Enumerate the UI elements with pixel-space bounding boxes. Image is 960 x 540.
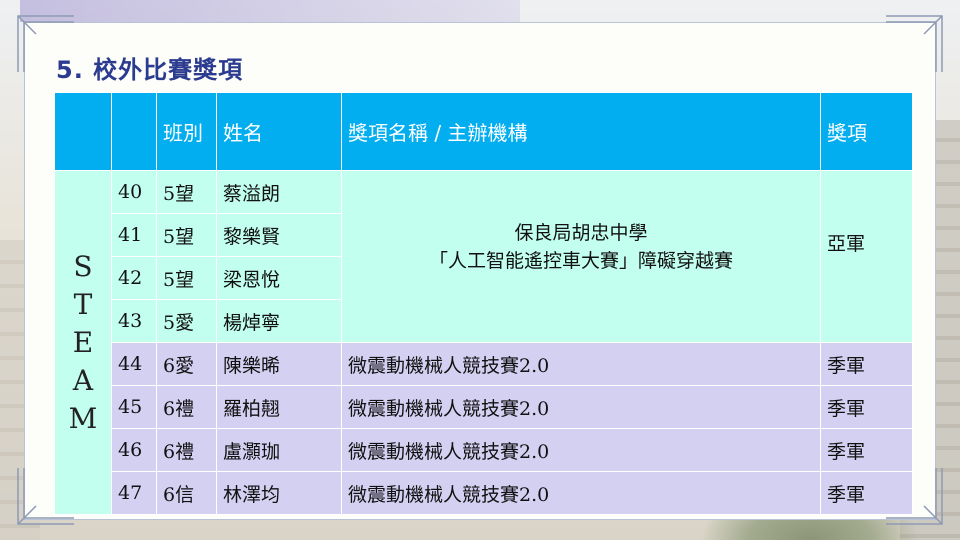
- header-prize: 獎項: [820, 92, 913, 171]
- category-letter: S: [73, 249, 93, 283]
- prize-cell-group1: 亞軍: [820, 170, 913, 343]
- row-class: 5愛: [156, 299, 217, 343]
- table-row: 45 6禮 羅柏翹 微震動機械人競技賽2.0 季軍: [55, 385, 913, 429]
- row-class: 6禮: [156, 428, 217, 472]
- category-letter: T: [73, 287, 93, 321]
- row-number: 44: [111, 342, 157, 386]
- row-number: 46: [111, 428, 157, 472]
- award-organizer: 保良局胡忠中學: [514, 221, 648, 244]
- category-letter: A: [72, 363, 94, 397]
- award-cell-group1: 保良局胡忠中學 「人工智能遙控車大賽」障礙穿越賽: [341, 170, 821, 343]
- awards-table: 班別 姓名 獎項名稱 / 主辦機構 獎項 S T E A M 40 5望 蔡溢朗…: [54, 92, 913, 515]
- category-letter: E: [72, 325, 94, 359]
- award-competition: 「人工智能遙控車大賽」障礙穿越賽: [428, 249, 733, 272]
- row-number: 45: [111, 385, 157, 429]
- row-number: 47: [111, 471, 157, 515]
- row-name: 楊焯寧: [216, 299, 342, 343]
- row-name: 黎樂賢: [216, 213, 342, 257]
- row-prize: 季軍: [820, 471, 913, 515]
- row-name: 羅柏翹: [216, 385, 342, 429]
- table-row: S T E A M 40 5望 蔡溢朗 保良局胡忠中學 「人工智能遙控車大賽」障…: [54, 170, 913, 515]
- row-name: 陳樂晞: [216, 342, 342, 386]
- header-category: [54, 92, 112, 171]
- table-row: 44 6愛 陳樂晞 微震動機械人競技賽2.0 季軍: [55, 342, 913, 386]
- page-title: 5. 校外比賽獎項: [56, 56, 244, 84]
- header-class: 班別: [156, 92, 217, 171]
- row-award: 微震動機械人競技賽2.0: [341, 342, 821, 386]
- table-row: 46 6禮 盧灝珈 微震動機械人競技賽2.0 季軍: [55, 428, 913, 472]
- table-header-row: 班別 姓名 獎項名稱 / 主辦機構 獎項: [54, 92, 913, 171]
- row-class: 6愛: [156, 342, 217, 386]
- category-cell-steam: S T E A M: [54, 170, 112, 515]
- header-award: 獎項名稱 / 主辦機構: [341, 92, 821, 171]
- row-name: 梁恩悅: [216, 256, 342, 300]
- row-prize: 季軍: [820, 385, 913, 429]
- row-award: 微震動機械人競技賽2.0: [341, 385, 821, 429]
- row-name: 蔡溢朗: [216, 170, 342, 214]
- row-award: 微震動機械人競技賽2.0: [341, 428, 821, 472]
- row-prize: 季軍: [820, 342, 913, 386]
- corner-ornament-icon: [884, 14, 944, 74]
- row-number: 41: [111, 213, 157, 257]
- row-class: 6信: [156, 471, 217, 515]
- row-award: 微震動機械人競技賽2.0: [341, 471, 821, 515]
- row-class: 5望: [156, 213, 217, 257]
- row-class: 6禮: [156, 385, 217, 429]
- row-name: 盧灝珈: [216, 428, 342, 472]
- row-number: 43: [111, 299, 157, 343]
- category-letter: M: [68, 401, 98, 435]
- row-number: 42: [111, 256, 157, 300]
- table-row: 47 6信 林澤均 微震動機械人競技賽2.0 季軍: [55, 471, 913, 515]
- header-name: 姓名: [216, 92, 342, 171]
- row-class: 5望: [156, 256, 217, 300]
- row-prize: 季軍: [820, 428, 913, 472]
- header-number: [111, 92, 157, 171]
- background-banner: [20, 0, 520, 22]
- row-number: 40: [111, 170, 157, 214]
- row-name: 林澤均: [216, 471, 342, 515]
- row-class: 5望: [156, 170, 217, 214]
